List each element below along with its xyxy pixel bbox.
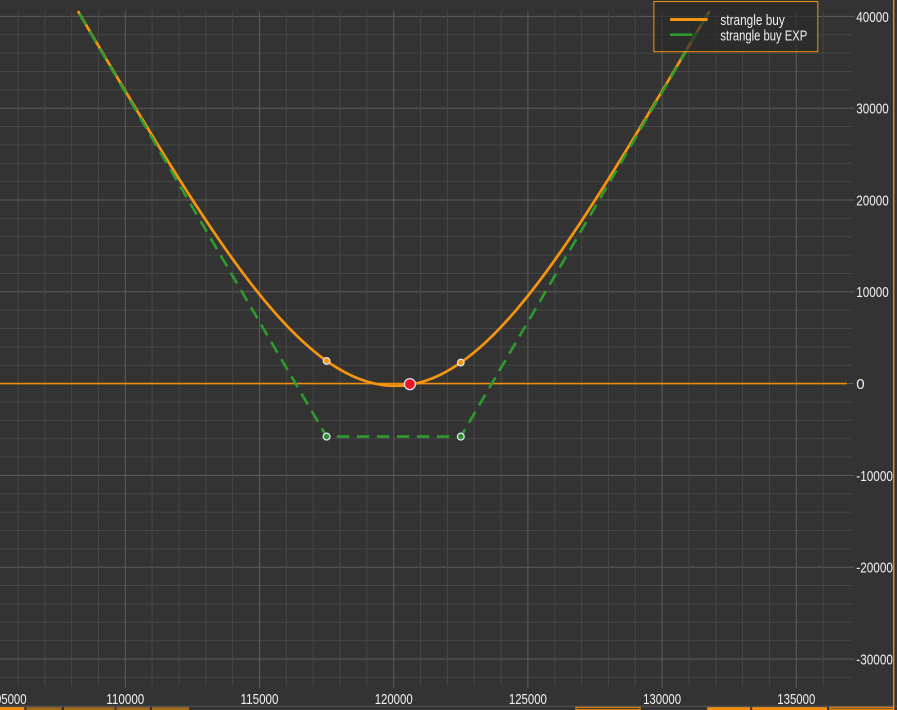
svg-text:125000: 125000: [509, 691, 547, 708]
svg-text:0: 0: [856, 376, 864, 393]
svg-text:40000: 40000: [856, 9, 888, 26]
svg-text:120000: 120000: [375, 691, 413, 708]
svg-text:105000: 105000: [0, 691, 27, 708]
svg-text:10000: 10000: [856, 284, 888, 301]
svg-text:30000: 30000: [856, 101, 888, 118]
svg-text:130000: 130000: [643, 691, 681, 708]
svg-text:strangle buy EXP: strangle buy EXP: [720, 27, 807, 44]
svg-text:115000: 115000: [241, 691, 279, 708]
svg-text:-30000: -30000: [856, 651, 893, 668]
svg-text:-20000: -20000: [856, 560, 893, 577]
svg-text:20000: 20000: [856, 192, 888, 209]
svg-text:strangle buy: strangle buy: [720, 12, 785, 29]
svg-text:-10000: -10000: [856, 468, 893, 485]
svg-text:135000: 135000: [777, 691, 815, 708]
svg-text:110000: 110000: [106, 691, 144, 708]
